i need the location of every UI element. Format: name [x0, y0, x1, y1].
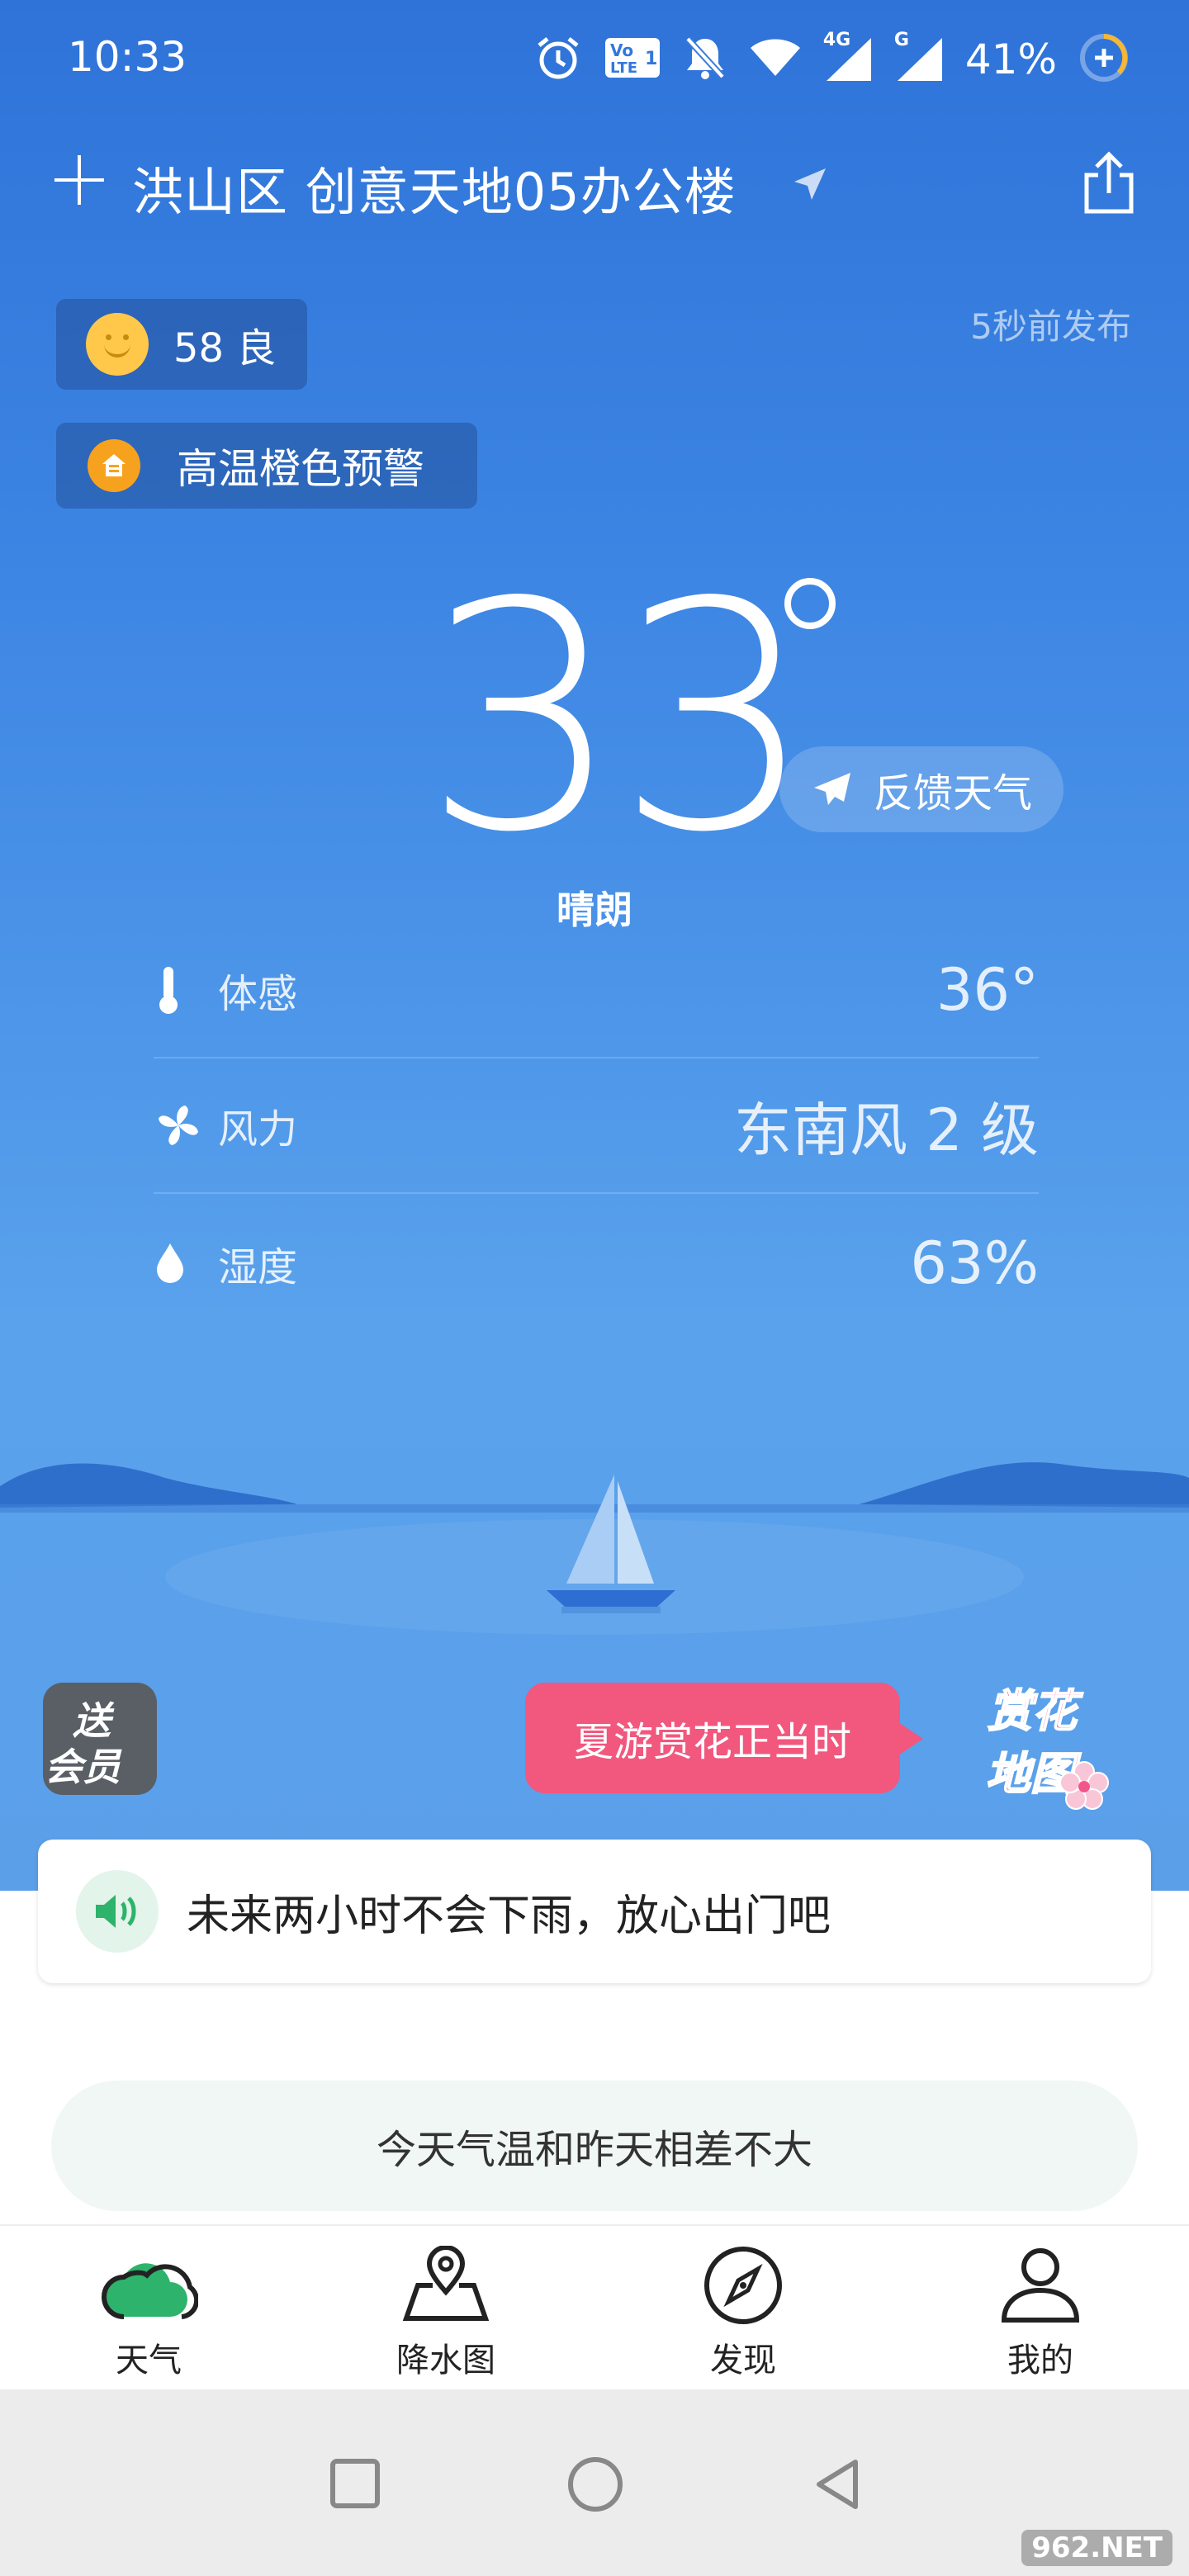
- signal-4g-icon: 4G: [822, 30, 873, 86]
- thermometer-icon: [154, 964, 211, 1016]
- detail-row-feels-like: 体感 36°: [154, 923, 1039, 1058]
- promo-speech-bubble[interactable]: 夏游赏花正当时: [525, 1683, 923, 1793]
- bottom-tab-bar: 天气 降水图 发现 我的: [0, 2224, 1189, 2389]
- flower-map-line1: 赏花: [987, 1684, 1078, 1738]
- person-icon: [1001, 2248, 1080, 2323]
- tab-profile[interactable]: 我的: [892, 2226, 1189, 2389]
- tab-weather[interactable]: 天气: [0, 2226, 297, 2389]
- detail-label: 体感: [218, 971, 298, 1017]
- degree-symbol: [784, 578, 836, 629]
- flower-map-button[interactable]: 赏花 地图: [979, 1671, 1128, 1820]
- fan-icon: [154, 1101, 211, 1150]
- warning-label: 高温橙色预警: [177, 445, 424, 493]
- back-button[interactable]: [812, 2457, 862, 2515]
- share-button[interactable]: [1080, 150, 1138, 220]
- tab-discover[interactable]: 发现: [594, 2226, 892, 2389]
- detail-value: 63%: [910, 1229, 1039, 1297]
- aqi-badge[interactable]: 58 良: [56, 299, 307, 390]
- recent-apps-button[interactable]: [330, 2459, 380, 2508]
- smiley-icon: [86, 313, 149, 376]
- tab-label: 天气: [116, 2342, 182, 2379]
- network-4g-label: 4G: [822, 30, 851, 50]
- weather-warning-badge[interactable]: 高温橙色预警: [56, 423, 477, 509]
- detail-label: 风力: [218, 1106, 298, 1153]
- volte-icon: Vo LTE 1: [604, 35, 661, 84]
- location-arrow-icon: [791, 165, 829, 206]
- watermark-logo: 962.NET: [1021, 2530, 1172, 2566]
- feedback-label: 反馈天气: [874, 770, 1033, 817]
- mute-bell-icon: [683, 34, 727, 85]
- temperature-comparison-pill[interactable]: 今天气温和昨天相差不大: [51, 2081, 1138, 2211]
- map-pin-icon: [402, 2246, 490, 2321]
- svg-text:1: 1: [645, 49, 657, 69]
- home-button[interactable]: [568, 2457, 623, 2512]
- network-g-label: G: [893, 30, 909, 50]
- battery-percent: 41%: [964, 36, 1057, 83]
- send-icon: [814, 773, 850, 805]
- wifi-icon: [749, 35, 802, 84]
- add-city-button[interactable]: [54, 155, 104, 205]
- system-navigation-bar: 962.NET: [0, 2389, 1189, 2576]
- status-bar: 10:33 Vo LTE 1 4G G 41%: [0, 0, 1189, 124]
- svg-text:LTE: LTE: [610, 59, 637, 77]
- promo-left-line2: 会员: [45, 1745, 121, 1789]
- detail-row-wind: 风力 东南风 2 级: [154, 1058, 1039, 1194]
- rain-forecast-text: 未来两小时不会下雨，放心出门吧: [187, 1891, 831, 1941]
- speaker-icon: [76, 1870, 159, 1953]
- tab-label: 我的: [1007, 2342, 1073, 2379]
- detail-label: 湿度: [218, 1244, 298, 1290]
- warning-house-icon: [88, 439, 140, 492]
- alarm-icon: [534, 34, 582, 85]
- tab-label: 降水图: [396, 2342, 495, 2379]
- battery-saver-icon: [1078, 32, 1130, 87]
- status-time: 10:33: [68, 33, 187, 81]
- tab-label: 发现: [710, 2342, 776, 2379]
- compass-icon: [704, 2247, 782, 2324]
- published-time: 5秒前发布: [970, 306, 1131, 347]
- aqi-value: 58 良: [173, 325, 277, 372]
- membership-promo-button[interactable]: 送 会员: [43, 1683, 157, 1795]
- detail-value: 36°: [936, 956, 1039, 1024]
- svg-text:Vo: Vo: [610, 40, 633, 60]
- cloud-icon: [102, 2263, 198, 2319]
- location-title[interactable]: 洪山区 创意天地05办公楼: [132, 150, 737, 225]
- rain-forecast-card[interactable]: 未来两小时不会下雨，放心出门吧: [38, 1840, 1151, 1983]
- blossom-icon: [1059, 1761, 1109, 1810]
- tab-precipitation-map[interactable]: 降水图: [297, 2226, 594, 2389]
- signal-g-icon: G: [893, 30, 944, 86]
- feedback-weather-button[interactable]: 反馈天气: [779, 746, 1063, 832]
- droplet-icon: [154, 1240, 211, 1286]
- detail-row-humidity: 湿度 63%: [154, 1196, 1039, 1331]
- detail-value: 东南风 2 级: [733, 1096, 1039, 1164]
- current-temperature: 33: [423, 535, 816, 901]
